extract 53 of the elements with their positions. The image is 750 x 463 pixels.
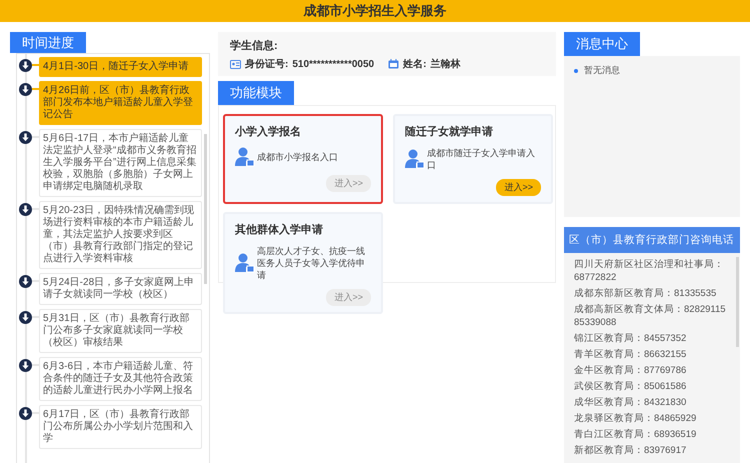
scrollbar[interactable]	[204, 134, 207, 284]
timeline-entry: 5月24日-28日，多子女家庭网上申请子女就读同一学校（校区）	[39, 273, 202, 305]
card-description: 成都市小学报名入口	[257, 151, 338, 163]
contact-entry: 锦江区教育局：84557352	[574, 332, 688, 345]
timeline-entry: 4月1日-30日，随迁子女入学申请	[39, 57, 202, 77]
down-arrow-icon	[19, 275, 32, 288]
timeline-entry: 5月20-23日，因特殊情况确需到现场进行资料审核的本市户籍适龄儿童，其法定监护人按要求到区（市）县教育行政部门指定的登记点进行入学资料审核	[39, 201, 202, 269]
module-card[interactable]: 其他群体入学申请 高层次人才子女、抗疫一线医务人员子女等入学优待申请 进入>>	[223, 212, 383, 314]
timeline-entry: 6月17日，区（市）县教育行政部门公布所属公办小学划片范围和入学	[39, 405, 202, 449]
user-icon	[235, 253, 255, 273]
contact-entry: 成华区教育局：84321830	[574, 396, 688, 409]
card-description: 成都市随迁子女入学申请入口	[427, 147, 536, 171]
user-icon	[235, 147, 255, 167]
card-title: 随迁子女就学申请	[405, 124, 494, 139]
page-title: 成都市小学招生入学服务	[0, 0, 750, 22]
bullet-icon	[574, 68, 578, 72]
contact-entry: 新都区教育局：83976917	[574, 444, 688, 457]
down-arrow-icon	[19, 131, 32, 144]
contact-entry: 武侯区教育局：85061586	[574, 380, 688, 393]
id-label: 身份证号:	[245, 58, 288, 71]
id-value: 510***********0050	[292, 58, 374, 70]
card-description: 高层次人才子女、抗疫一线医务人员子女等入学优待申请	[257, 245, 366, 281]
name-value: 兰翰林	[430, 58, 460, 71]
down-arrow-icon	[19, 407, 32, 420]
down-arrow-icon	[19, 359, 32, 372]
enter-button[interactable]: 进入>>	[496, 179, 541, 196]
id-card-icon	[230, 60, 241, 68]
module-card[interactable]: 小学入学报名 成都市小学报名入口 进入>>	[223, 114, 383, 204]
contact-entry: 成都东部新区教育局：81335535	[574, 287, 718, 300]
down-arrow-icon	[19, 59, 32, 72]
section-title: 学生信息:	[230, 38, 279, 53]
timeline-entry: 6月3-6日，本市户籍适龄儿童、符合条件的随迁子女及其他符合政策的适龄儿童进行民办小学网上报名	[39, 357, 202, 401]
user-icon	[405, 149, 425, 169]
down-arrow-icon	[19, 311, 32, 324]
contact-entry: 青白江区教育局：68936519	[574, 428, 698, 441]
contact-entry: 青羊区教育局：86632155	[574, 348, 688, 361]
down-arrow-icon	[19, 83, 32, 96]
timeline-entry: 4月26日前，区（市）县教育行政部门发布本地户籍适龄儿童入学登记公告	[39, 81, 202, 125]
module-card[interactable]: 随迁子女就学申请 成都市随迁子女入学申请入口 进入>>	[393, 114, 553, 204]
calendar-icon	[388, 59, 400, 69]
timeline-entry: 5月31日，区（市）县教育行政部门公布多子女家庭就读同一学校（校区）审核结果	[39, 309, 202, 353]
contacts-header: 区（市）县教育行政部门咨询电话	[564, 227, 740, 253]
contact-entry: 金牛区教育局：87769786	[574, 364, 688, 377]
card-title: 其他群体入学申请	[235, 222, 324, 237]
down-arrow-icon	[19, 203, 32, 216]
scrollbar[interactable]	[736, 257, 739, 347]
contact-entry: 成都高新区教育文体局：82829115 85339088	[574, 303, 726, 329]
message-text: 暂无消息	[584, 64, 620, 77]
name-label: 姓名:	[403, 58, 426, 71]
contact-entry: 龙泉驿区教育局：84865929	[574, 412, 698, 425]
timeline-entry: 5月6日-17日，本市户籍适龄儿童法定监护人登录“成都市义务教育招生入学服务平台”进行网上信息采集校验，双胞胎（多胞胎）子女网上申请绑定电脑随机录取	[39, 129, 202, 197]
card-title: 小学入学报名	[235, 124, 302, 139]
contact-entry: 四川天府新区社区治理和社事局：68772822	[574, 258, 725, 284]
